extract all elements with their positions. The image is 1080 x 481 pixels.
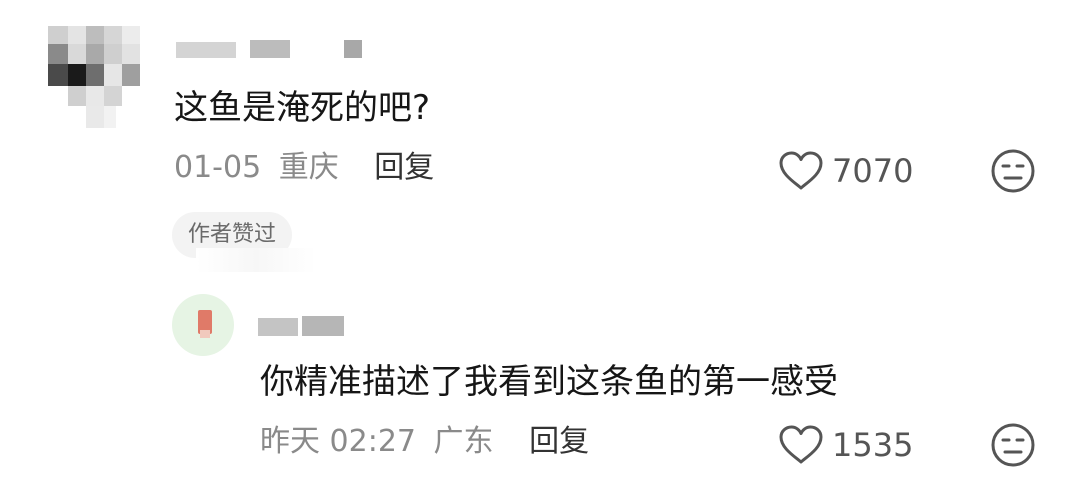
heart-outline-icon [779,425,823,464]
reply-like-button[interactable]: 1535 [778,424,913,466]
reply-like-count: 1535 [832,426,914,464]
meh-face-icon[interactable] [990,148,1036,194]
pixelated-avatar-image [48,26,140,128]
comment-text: 这鱼是淹死的吧? [174,88,431,128]
reply-text: 你精准描述了我看到这条鱼的第一感受 [260,362,838,402]
like-button[interactable]: 7070 [778,150,913,192]
heart-outline-icon [779,151,823,190]
replier-name-blurred[interactable] [258,314,348,338]
commenter-avatar-pixelated[interactable] [44,26,144,128]
like-count: 7070 [832,152,914,190]
comment-thread: 这鱼是淹死的吧? 01-05 重庆 回复 7070 作者赞过 你精准描述了我看到… [0,0,1080,481]
blurred-overlay [196,248,316,272]
reply-location: 广东 [433,424,494,459]
avatar-figure-base [200,330,210,338]
reply-reply-button[interactable]: 回复 [529,424,589,459]
reply-date: 昨天 02:27 [260,424,416,459]
reply-meta: 昨天 02:27 广东 回复 [260,424,589,460]
replier-avatar-pixelated[interactable] [172,294,234,356]
comment-date: 01-05 [174,150,262,185]
commenter-name-blurred[interactable] [176,40,376,60]
meh-face-icon[interactable] [990,422,1036,468]
reply-button[interactable]: 回复 [374,150,434,185]
comment-location: 重庆 [278,150,339,185]
comment-meta: 01-05 重庆 回复 [174,150,434,186]
